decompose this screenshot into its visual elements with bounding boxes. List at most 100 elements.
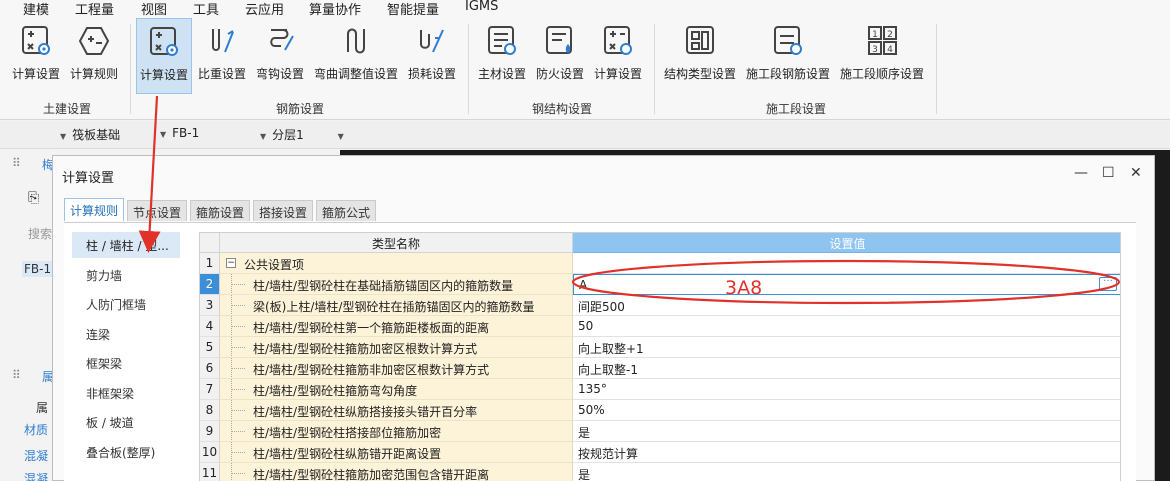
structure-type-icon bbox=[686, 26, 714, 54]
category-item[interactable]: 连梁 bbox=[72, 321, 180, 347]
setting-value-cell[interactable]: 向上取整-1 bbox=[573, 358, 1120, 379]
bend-adjust-settings-button[interactable]: 弯曲调整值设置 bbox=[311, 18, 401, 94]
setting-value-cell[interactable]: 向上取整+1 bbox=[573, 337, 1120, 358]
component-item[interactable]: FB-1 bbox=[22, 261, 54, 277]
table-row[interactable]: 8 柱/墙柱/型钢砼柱纵筋搭接接头错开百分率 50% bbox=[200, 400, 1120, 421]
category-item[interactable]: 框架梁 bbox=[72, 350, 180, 376]
setting-value-cell[interactable]: 是 bbox=[573, 421, 1120, 442]
table-row[interactable]: 5 柱/墙柱/型钢砼柱箍筋加密区根数计算方式 向上取整+1 bbox=[200, 337, 1120, 358]
structure-type-settings-button[interactable]: 结构类型设置 bbox=[662, 18, 738, 94]
row-number: 3 bbox=[200, 295, 220, 316]
tab-stirrup-formula[interactable]: 箍筋公式 bbox=[316, 200, 377, 221]
setting-value-cell[interactable]: 50% bbox=[573, 400, 1120, 421]
tab-node-settings[interactable]: 节点设置 bbox=[127, 200, 188, 221]
tree-line bbox=[231, 305, 245, 306]
stage-rebar-settings-button[interactable]: 施工段钢筋设置 bbox=[743, 18, 833, 94]
more-options-button[interactable]: ··· bbox=[1099, 277, 1117, 291]
collapse-icon[interactable]: − bbox=[226, 258, 236, 268]
group-label-civil: 土建设置 bbox=[42, 102, 92, 116]
row-number-header bbox=[200, 233, 220, 253]
layer-select[interactable]: ▼ 分层1 ▼ bbox=[260, 126, 350, 144]
tree-line bbox=[231, 452, 245, 453]
setting-value-cell[interactable] bbox=[573, 253, 1120, 274]
table-row[interactable]: 11 柱/墙柱/型钢砼柱箍筋加密范围包含错开距离 是 bbox=[200, 463, 1120, 481]
type-name-cell: 柱/墙柱/型钢砼柱第一个箍筋距楼板面的距离 bbox=[220, 316, 573, 337]
button-label: 弯钩设置 bbox=[255, 67, 304, 81]
button-label: 施工段顺序设置 bbox=[839, 67, 924, 81]
svg-text:4: 4 bbox=[887, 45, 893, 55]
specific-gravity-settings-button[interactable]: 比重设置 bbox=[196, 18, 248, 94]
setting-value-cell[interactable]: 按规范计算 bbox=[573, 442, 1120, 463]
hook-settings-button[interactable]: 弯钩设置 bbox=[253, 18, 307, 94]
close-icon[interactable]: ✕ bbox=[1130, 165, 1142, 181]
row-number: 7 bbox=[200, 379, 220, 400]
tab-content: 柱 / 墙柱 / 型... 剪力墙 人防门框墙 连梁 框架梁 非框架梁 板 / … bbox=[64, 222, 1136, 481]
main-material-settings-button[interactable]: 主材设置 bbox=[474, 18, 530, 94]
table-row[interactable]: 4 柱/墙柱/型钢砼柱第一个箍筋距楼板面的距离 50 bbox=[200, 316, 1120, 337]
stage-rebar-icon bbox=[774, 26, 802, 55]
tab-stirrup-settings[interactable]: 箍筋设置 bbox=[190, 200, 251, 221]
loss-settings-button[interactable]: 损耗设置 bbox=[404, 18, 460, 94]
fireproof-settings-button[interactable]: 防火设置 bbox=[532, 18, 588, 94]
property-header: 属 bbox=[36, 401, 49, 415]
drag-handle-icon[interactable]: ⠿ bbox=[12, 368, 21, 382]
category-item[interactable]: 柱 / 墙柱 / 型... bbox=[72, 232, 180, 258]
category-item[interactable]: 人防门框墙 bbox=[72, 291, 180, 317]
table-row[interactable]: 10 柱/墙柱/型钢砼柱纵筋错开距离设置 按规范计算 bbox=[200, 442, 1120, 463]
component-name-select[interactable]: ▼ FB-1 bbox=[160, 126, 199, 144]
component-panel: ⠿ 梅 ⎘ 搜索 FB-1 ⠿ 属 属 材质 混凝 混凝 bbox=[0, 150, 56, 481]
type-name-cell: 柱/墙柱/型钢砼柱箍筋加密范围包含错开距离 bbox=[220, 463, 573, 481]
category-item[interactable]: 板 / 坡道 bbox=[72, 409, 180, 435]
tab-lap-settings[interactable]: 搭接设置 bbox=[253, 200, 314, 221]
drag-handle-icon[interactable]: ⠿ bbox=[12, 156, 21, 170]
table-row[interactable]: 1 − 公共设置项 bbox=[200, 253, 1120, 274]
menu-item-igms[interactable]: IGMS bbox=[465, 0, 498, 14]
stage-order-settings-button[interactable]: 1 2 3 4 施工段顺序设置 bbox=[837, 18, 927, 94]
category-item[interactable]: 剪力墙 bbox=[72, 262, 180, 288]
table-row[interactable]: 7 柱/墙柱/型钢砼柱箍筋弯勾角度 135° bbox=[200, 379, 1120, 400]
loss-icon bbox=[420, 29, 444, 53]
civil-calc-rules-button[interactable]: 计算规则 bbox=[66, 18, 122, 94]
button-label: 损耗设置 bbox=[407, 67, 456, 81]
setting-value-cell[interactable]: 间距500 bbox=[573, 295, 1120, 316]
calc-settings-dialog: 计算设置 — ☐ ✕ 计算规则 节点设置 箍筋设置 搭接设置 箍筋公式 柱 / … bbox=[52, 155, 1155, 481]
rebar-calc-settings-button[interactable]: 计算设置 bbox=[136, 18, 192, 94]
category-item[interactable]: 非框架梁 bbox=[72, 380, 180, 406]
group-separator bbox=[468, 24, 469, 114]
category-item[interactable]: 叠合板(整厚) bbox=[72, 439, 180, 465]
search-field-hint[interactable]: 搜索 bbox=[28, 225, 52, 242]
tree-line bbox=[231, 410, 245, 411]
table-row[interactable]: 3 梁(板)上柱/墙柱/型钢砼柱在插筋锚固区内的箍筋数量 间距500 bbox=[200, 295, 1120, 316]
tab-calc-rules[interactable]: 计算规则 bbox=[64, 198, 125, 221]
table-row[interactable]: 9 柱/墙柱/型钢砼柱搭接部位箍筋加密 是 bbox=[200, 421, 1120, 442]
component-type-select[interactable]: ▼ 筏板基础 bbox=[60, 126, 120, 144]
button-label: 主材设置 bbox=[477, 67, 526, 81]
minimize-icon[interactable]: — bbox=[1074, 165, 1088, 181]
group-label-rebar: 钢筋设置 bbox=[275, 102, 325, 116]
maximize-icon[interactable]: ☐ bbox=[1102, 165, 1115, 181]
button-label: 计算设置 bbox=[11, 67, 60, 81]
setting-value-cell[interactable]: 是 bbox=[573, 463, 1120, 481]
group-separator bbox=[936, 24, 937, 114]
button-label: 计算设置 bbox=[139, 68, 188, 82]
setting-value-cell[interactable]: 135° bbox=[573, 379, 1120, 400]
property-name: 混凝 bbox=[24, 472, 49, 481]
column-header-type-name[interactable]: 类型名称 bbox=[220, 233, 573, 253]
setting-value-cell[interactable]: 50 bbox=[573, 316, 1120, 337]
civil-calc-settings-button[interactable]: 计算设置 bbox=[8, 18, 64, 94]
button-label: 防火设置 bbox=[535, 67, 584, 81]
setting-value-input[interactable]: A ··· bbox=[573, 274, 1120, 295]
type-name-cell: 柱/墙柱/型钢砼柱箍筋弯勾角度 bbox=[220, 379, 573, 400]
menu-bar: 建模 工程量 视图 工具 云应用 算量协作 智能提量 IGMS bbox=[0, 0, 1170, 18]
row-number: 5 bbox=[200, 337, 220, 358]
material-list-icon bbox=[488, 26, 516, 55]
table-row[interactable]: 6 柱/墙柱/型钢砼柱箍筋非加密区根数计算方式 向上取整-1 bbox=[200, 358, 1120, 379]
type-name-cell: 柱/墙柱/型钢砼柱搭接部位箍筋加密 bbox=[220, 421, 573, 442]
group-label-stage: 施工段设置 bbox=[765, 102, 827, 116]
tree-line bbox=[231, 326, 245, 327]
row-number: 6 bbox=[200, 358, 220, 379]
column-header-setting-value[interactable]: 设置值 bbox=[573, 233, 1120, 253]
new-icon[interactable]: ⎘ bbox=[28, 190, 39, 206]
table-row[interactable]: 2 柱/墙柱/型钢砼柱在基础插筋锚固区内的箍筋数量 A ··· bbox=[200, 274, 1120, 295]
steel-calc-settings-button[interactable]: 计算设置 bbox=[590, 18, 646, 94]
